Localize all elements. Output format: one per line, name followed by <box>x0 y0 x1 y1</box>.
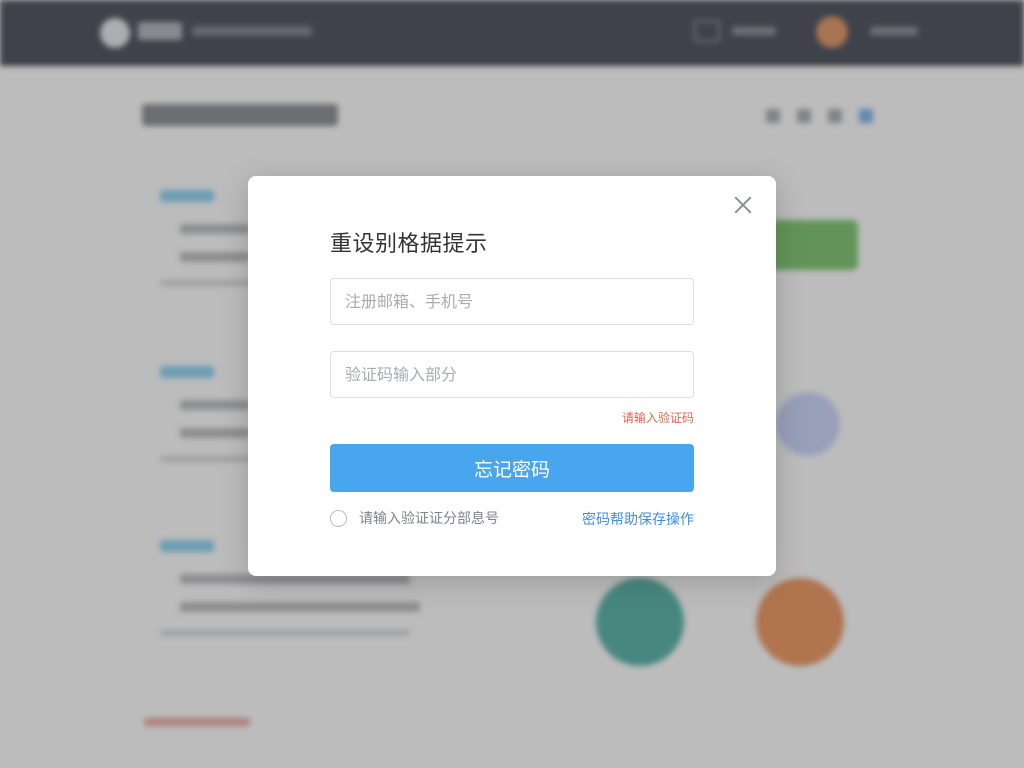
close-icon[interactable] <box>730 192 756 218</box>
radio-icon[interactable] <box>330 509 347 527</box>
account-input[interactable] <box>330 278 694 325</box>
verification-code-input[interactable] <box>330 351 694 398</box>
forgot-password-dialog: 重设别格据提示 请输入验证码 忘记密码 请输入验证证分部息号 密码帮助保存操作 <box>248 176 776 576</box>
error-hint: 请输入验证码 <box>621 411 694 425</box>
password-help-link[interactable]: 密码帮助保存操作 <box>582 509 694 529</box>
forgot-password-button[interactable]: 忘记密码 <box>330 444 694 492</box>
dialog-title: 重设别格据提示 <box>330 232 488 257</box>
remember-option[interactable]: 请输入验证证分部息号 <box>330 508 499 528</box>
remember-label: 请输入验证证分部息号 <box>359 511 499 527</box>
